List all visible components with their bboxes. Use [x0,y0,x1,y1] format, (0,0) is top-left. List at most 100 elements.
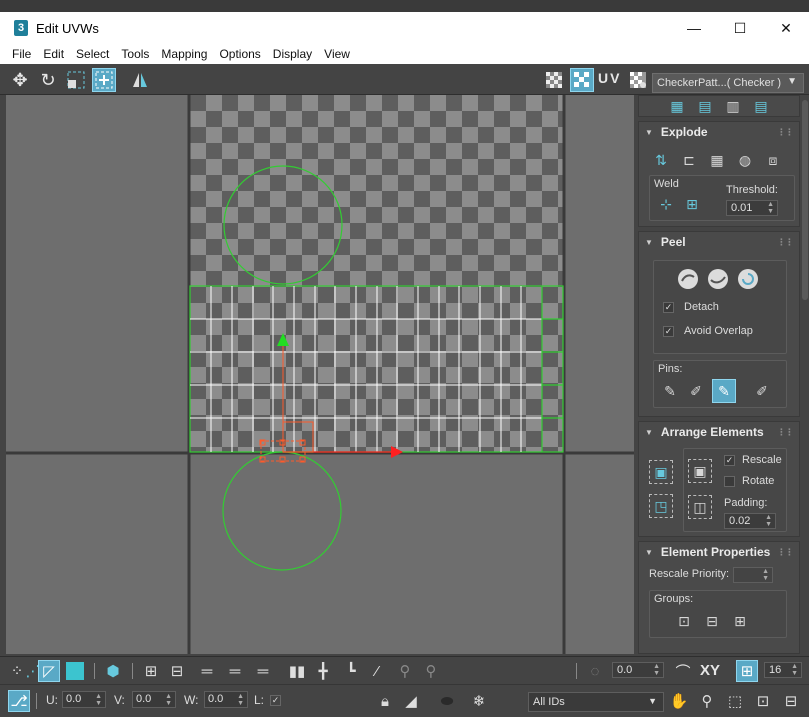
spinner-arrows-icon[interactable]: ▲ ▼ [767,201,774,215]
xy-label[interactable]: XY [700,662,720,679]
padding-spinner[interactable]: 0.02 ▲ ▼ [724,513,776,529]
paint-shrink-icon[interactable]: ⚲ [420,660,442,682]
stitch-icon[interactable]: ▤ [749,94,773,118]
menu-edit[interactable]: Edit [37,47,70,61]
detach-checkbox[interactable]: ✓ [663,302,674,313]
snowflake-icon[interactable]: ❄ [468,690,490,712]
weld-selected-icon[interactable]: ⊹ [654,192,678,216]
material-id-dropdown[interactable]: All IDs ▼ [528,692,664,712]
spinner-arrows-icon[interactable]: ▲ ▼ [95,693,102,707]
loop-grow-icon[interactable]: ═ [224,660,246,682]
w-spinner[interactable]: 0.0 ▲ ▼ [204,691,248,708]
flatten-by-smoothing-icon[interactable]: ⊏ [677,148,701,172]
drag-grip-icon[interactable]: ⋮⋮ [777,427,794,438]
zoom-selected-icon[interactable]: ⊟ [780,690,802,712]
select-group-icon[interactable]: ⊞ [728,609,752,633]
u-spinner[interactable]: 0.0 ▲ ▼ [62,691,106,708]
menu-file[interactable]: File [6,47,37,61]
shrink-selection-icon[interactable]: ⊟ [166,660,188,682]
flatten-by-grid-icon[interactable]: ⧈ [761,148,785,172]
pack-custom-icon[interactable]: ◳ [649,494,673,518]
menu-display[interactable]: Display [267,47,318,61]
zoom-region-icon[interactable]: ⬚ [724,690,746,712]
checker-display-icon[interactable] [570,68,594,92]
select-pins-icon[interactable]: ✐ [750,379,774,403]
paint-select-icon[interactable]: ⁄ [366,660,388,682]
polygon-mode-icon[interactable]: ◸ [38,660,60,682]
freeform-mode-icon[interactable] [92,68,116,92]
unpin-icon[interactable]: ✐ [684,379,708,403]
drag-grip-icon[interactable]: ⋮⋮ [777,237,794,248]
pack-in-place-icon[interactable]: ◫ [688,495,712,519]
ring-grow-icon[interactable]: ╋ [312,660,334,682]
pan-hand-icon[interactable]: ✋ [668,690,690,712]
loop-icon[interactable]: ═ [196,660,218,682]
panel-scrollbar[interactable] [802,100,808,300]
straighten-icon[interactable]: ▤ [693,94,717,118]
pack-normalize-icon[interactable]: ▣ [649,460,673,484]
drag-grip-icon[interactable]: ⋮⋮ [777,547,794,558]
menu-select[interactable]: Select [70,47,115,61]
rescale-checkbox[interactable]: ✓ [724,455,735,466]
minimize-button[interactable]: — [671,12,717,44]
spinner-arrows-icon[interactable]: ▲ ▼ [765,514,772,528]
spinner-arrows-icon[interactable]: ▲ ▼ [653,663,660,677]
angle-spinner[interactable]: 0.0 ▲ ▼ [612,662,664,678]
rotate-checkbox[interactable] [724,476,735,487]
weld-target-icon[interactable]: ⊞ [680,192,704,216]
rollout-arrange-header[interactable]: ▼ Arrange Elements ⋮⋮ [639,422,799,442]
group-selected-icon[interactable]: ⊡ [672,609,696,633]
menu-mapping[interactable]: Mapping [155,47,213,61]
menu-options[interactable]: Options [213,47,266,61]
curve-icon[interactable]: ⌒ [672,660,694,682]
maximize-button[interactable]: ☐ [717,12,763,44]
rotate-angle-icon[interactable]: ◌ [584,660,606,682]
quick-peel-icon[interactable]: ▦ [665,94,689,118]
peel-mode-sphere-icon[interactable] [706,267,730,291]
spinner-arrows-icon[interactable]: ▲ ▼ [791,663,798,677]
ring-icon[interactable]: ▮▮ [286,660,308,682]
grid-spinner[interactable]: 16 ▲ ▼ [764,662,802,678]
close-button[interactable]: ✕ [763,12,809,44]
break-icon[interactable]: ⇅ [649,148,673,172]
texture-checker-icon[interactable] [626,68,650,92]
scale-icon[interactable] [64,68,88,92]
ring-shrink-icon[interactable]: ┗ [340,660,362,682]
loop-shrink-icon[interactable]: ═ [252,660,274,682]
flatten-by-polygon-angle-icon[interactable]: ◍ [733,148,757,172]
drag-grip-icon[interactable]: ⋮⋮ [777,127,794,138]
flatten-by-material-icon[interactable]: ▦ [705,148,729,172]
absolute-offset-icon[interactable]: ⎇ [8,690,30,712]
zoom-icon[interactable]: ⚲ [696,690,718,712]
reset-peel-sphere-icon[interactable] [736,267,760,291]
rescale-priority-spinner[interactable]: ▲ ▼ [733,567,773,583]
lock-scale-checkbox[interactable]: ✓ [270,695,281,706]
rollout-peel-header[interactable]: ▼ Peel ⋮⋮ [639,232,799,252]
pin-icon[interactable]: ✎ [658,379,682,403]
uv-editor-viewport[interactable] [6,95,634,654]
rotate-icon[interactable]: ↻ [36,68,60,92]
menu-tools[interactable]: Tools [115,47,155,61]
mirror-icon[interactable] [128,68,152,92]
ungroup-selected-icon[interactable]: ⊟ [700,609,724,633]
avoid-overlap-checkbox[interactable]: ✓ [663,326,674,337]
grow-selection-icon[interactable]: ⊞ [140,660,162,682]
relax-icon[interactable]: ▥ [721,94,745,118]
rollout-explode-header[interactable]: ▼ Explode ⋮⋮ [639,122,799,142]
rollout-element-props-header[interactable]: ▼ Element Properties ⋮⋮ [639,542,799,562]
grid-snap-icon[interactable]: ⊞ [736,660,758,682]
texture-dropdown[interactable]: CheckerPatt...( Checker ) ▼ [652,73,804,93]
menu-view[interactable]: View [318,47,356,61]
v-spinner[interactable]: 0.0 ▲ ▼ [132,691,176,708]
show-map-icon[interactable] [542,68,566,92]
spinner-arrows-icon[interactable]: ▲ ▼ [237,693,244,707]
move-icon[interactable]: ✥ [8,68,32,92]
threshold-spinner[interactable]: 0.01 ▲ ▼ [726,200,778,216]
paint-grow-icon[interactable]: ⚲ [394,660,416,682]
element-mode-icon[interactable]: ⬢ [102,660,124,682]
auto-pin-icon[interactable]: ✎ [712,379,736,403]
spinner-arrows-icon[interactable]: ▲ ▼ [762,568,769,582]
spinner-arrows-icon[interactable]: ▲ ▼ [165,693,172,707]
freeze-icon[interactable]: ⬬ [436,690,458,712]
hide-icon[interactable]: ◢ [400,690,422,712]
